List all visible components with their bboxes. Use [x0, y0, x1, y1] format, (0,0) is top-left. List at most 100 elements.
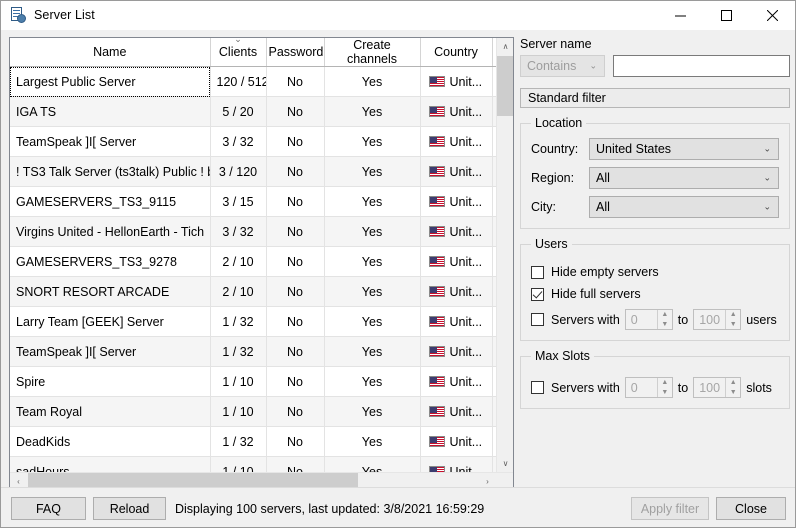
apply-filter-button[interactable]: Apply filter [631, 497, 709, 520]
match-mode-combo[interactable]: Contains ⌄ [520, 55, 605, 77]
spinner-buttons[interactable]: ▲ ▼ [725, 310, 741, 330]
table-row[interactable]: SNORT RESORT ARCADE2 / 10NoYesUnit...Ar [10, 276, 496, 307]
cell-name: Larry Team [GEEK] Server [10, 306, 211, 337]
table-header-row: Name ⌄ Clients Password Create channels … [10, 38, 496, 67]
location-legend: Location [535, 116, 583, 130]
scroll-down-icon[interactable]: ∨ [497, 455, 513, 472]
scroll-up-icon[interactable]: ∧ [497, 38, 513, 55]
cell-country: Unit... [420, 276, 493, 307]
slots-range-row[interactable]: Servers with 0 ▲ ▼ to 100 ▲ ▼ slots [531, 377, 779, 398]
table-row[interactable]: Virgins United - HellonEarth - Tich 3 / 3… [10, 216, 496, 247]
reload-button[interactable]: Reload [93, 497, 166, 520]
slots-range-checkbox[interactable] [531, 381, 544, 394]
column-header-label: Password [268, 45, 324, 59]
users-min-spinner[interactable]: 0 ▲ ▼ [624, 309, 673, 330]
column-header-password[interactable]: Password [266, 38, 325, 67]
users-range-checkbox[interactable] [531, 313, 544, 326]
cell-name: IGA TS [10, 96, 211, 127]
spinner-down-icon[interactable]: ▼ [726, 388, 740, 398]
column-header-label: Create channels [346, 38, 398, 66]
cell-clients: 3 / 32 [210, 216, 267, 247]
cell-name: Largest Public Server [10, 66, 211, 97]
cell-create-channels: Yes [324, 186, 421, 217]
region-label: Region: [531, 171, 575, 185]
column-header-label: Clients [218, 45, 258, 59]
country-name: Unit... [449, 194, 483, 209]
users-range-row[interactable]: Servers with 0 ▲ ▼ to 100 ▲ ▼ users [531, 309, 779, 330]
hide-empty-servers-checkbox[interactable] [531, 265, 544, 279]
spinner-up-icon[interactable]: ▲ [726, 310, 740, 320]
cell-create-channels: Yes [324, 96, 421, 127]
maximize-button[interactable] [703, 1, 749, 30]
users-max-spinner[interactable]: 100 ▲ ▼ [693, 309, 742, 330]
hide-empty-servers-label: Hide empty servers [551, 265, 659, 279]
country-name: Unit... [449, 74, 483, 89]
server-name-input[interactable] [613, 55, 790, 77]
table-header: Name ⌄ Clients Password Create channels … [10, 38, 496, 67]
column-header-name[interactable]: Name [10, 38, 211, 67]
country-select[interactable]: United States ⌄ [589, 138, 779, 160]
cell-name: SNORT RESORT ARCADE [10, 276, 211, 307]
cell-create-channels: Yes [324, 66, 421, 97]
table-row[interactable]: IGA TS5 / 20NoYesUnit...Ar [10, 96, 496, 127]
city-select[interactable]: All ⌄ [589, 196, 779, 218]
cell-name: Spire [10, 366, 211, 397]
spinner-up-icon[interactable]: ▲ [658, 378, 672, 388]
cell-password: No [266, 396, 325, 427]
hide-empty-servers-row[interactable]: Hide empty servers [531, 265, 779, 279]
table-row[interactable]: TeamSpeak ]I[ Server1 / 32NoYesUnit...Ar [10, 336, 496, 367]
close-button[interactable] [749, 1, 795, 30]
table-row[interactable]: GAMESERVERS_TS3_91153 / 15NoYesUnit...Ar [10, 186, 496, 217]
us-flag-icon [428, 225, 445, 237]
table-row[interactable]: sadHours1 / 10NoYesUnitAr [10, 456, 496, 472]
table-row[interactable]: GAMESERVERS_TS3_92782 / 10NoYesUnit...Ar [10, 246, 496, 277]
hide-full-servers-checkbox[interactable] [531, 287, 544, 301]
cell-password: No [266, 276, 325, 307]
cell-create-channels: Yes [324, 366, 421, 397]
slots-min-spinner[interactable]: 0 ▲ ▼ [624, 377, 673, 398]
spinner-buttons[interactable]: ▲ ▼ [656, 378, 672, 398]
faq-button[interactable]: FAQ [11, 497, 86, 520]
cell-country: Unit... [420, 336, 493, 367]
server-table: Name ⌄ Clients Password Create channels … [10, 38, 496, 472]
region-select[interactable]: All ⌄ [589, 167, 779, 189]
spinner-buttons[interactable]: ▲ ▼ [725, 378, 741, 398]
cell-clients: 1 / 10 [210, 366, 267, 397]
cell-name: Team Royal [10, 396, 211, 427]
spinner-up-icon[interactable]: ▲ [658, 310, 672, 320]
standard-filter-header[interactable]: Standard filter [520, 88, 790, 108]
minimize-button[interactable] [657, 1, 703, 30]
column-header-clients[interactable]: ⌄ Clients [210, 38, 267, 67]
grid-clip: Name ⌄ Clients Password Create channels … [10, 38, 513, 472]
vertical-scroll-thumb[interactable] [497, 56, 513, 116]
spinner-up-icon[interactable]: ▲ [726, 378, 740, 388]
table-row[interactable]: Team Royal1 / 10NoYesUnit...Ar [10, 396, 496, 427]
hide-full-servers-row[interactable]: Hide full servers [531, 287, 779, 301]
slots-min-value: 0 [630, 380, 638, 395]
table-row[interactable]: DeadKids1 / 32NoYesUnit...Ar [10, 426, 496, 457]
table-vertical-scrollbar[interactable]: ∧ ∨ [496, 38, 513, 472]
slots-max-spinner[interactable]: 100 ▲ ▼ [693, 377, 742, 398]
country-name: Unit... [449, 404, 483, 419]
table-row[interactable]: Spire1 / 10NoYesUnit...Ar [10, 366, 496, 397]
table-row[interactable]: ! TS3 Talk Server (ts3talk) Public ! b..… [10, 156, 496, 187]
spinner-down-icon[interactable]: ▼ [658, 388, 672, 398]
close-dialog-button[interactable]: Close [716, 497, 786, 520]
spinner-down-icon[interactable]: ▼ [726, 320, 740, 330]
cell-password: No [266, 216, 325, 247]
cell-password: No [266, 66, 325, 97]
cell-clients: 3 / 32 [210, 126, 267, 157]
chevron-down-icon: ⌄ [763, 143, 771, 154]
column-header-country[interactable]: Country [420, 38, 493, 67]
table-row[interactable]: Larry Team [GEEK] Server 1 / 32 No Yes Unit.… [10, 306, 496, 337]
spinner-buttons[interactable]: ▲ ▼ [656, 310, 672, 330]
users-range-label: Servers with [551, 312, 620, 327]
table-row[interactable]: Largest Public Server 120 / 512 No Yes Unit.… [10, 66, 496, 97]
spinner-down-icon[interactable]: ▼ [658, 320, 672, 330]
cell-create-channels: Yes [324, 276, 421, 307]
cell-create-channels: Yes [324, 246, 421, 277]
cell-clients: 1 / 32 [210, 306, 267, 337]
table-row[interactable]: TeamSpeak ]I[ Server3 / 32NoYesUnit...Ar [10, 126, 496, 157]
column-header-create-channels[interactable]: Create channels [324, 38, 421, 67]
cell-country: Unit [420, 456, 493, 472]
